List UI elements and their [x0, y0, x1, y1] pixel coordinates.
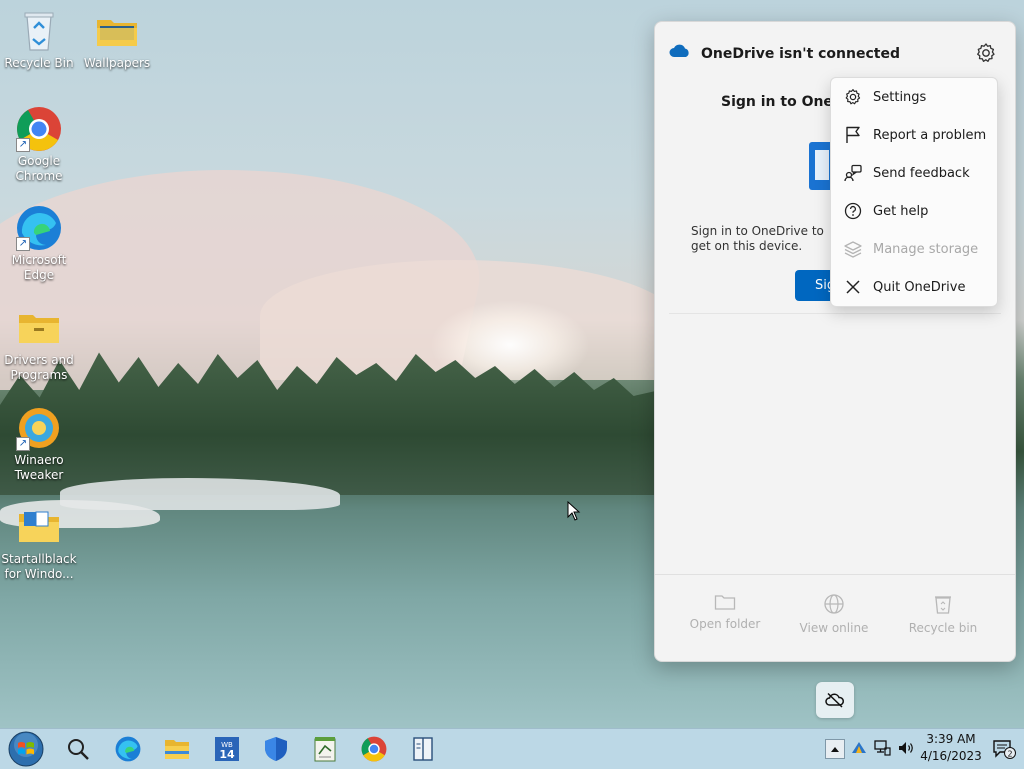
start-button[interactable]	[8, 731, 44, 767]
flag-icon	[843, 125, 863, 145]
onedrive-disconnected-icon[interactable]	[816, 682, 854, 718]
open-folder-label: Open folder	[689, 617, 761, 631]
chevron-up-icon	[831, 747, 839, 752]
desktop-icon-label: Recycle Bin	[4, 56, 74, 70]
gear-icon	[843, 87, 863, 107]
desktop-icon-drivers-and-programs[interactable]: Drivers and Programs	[0, 305, 78, 383]
menu-item-label: Report a problem	[873, 127, 987, 143]
network-icon[interactable]	[873, 739, 891, 757]
menu-item-label: Quit OneDrive	[873, 279, 966, 295]
shortcut-arrow-icon: ↗	[16, 138, 30, 152]
menu-item-label: Get help	[873, 203, 929, 219]
recycle-bin-icon	[16, 8, 62, 54]
tray-tweaker-icon[interactable]	[850, 739, 868, 757]
folder-icon	[714, 595, 736, 610]
taskbar-edge-button[interactable]	[112, 733, 144, 765]
shortcut-arrow-icon: ↗	[16, 237, 30, 251]
help-icon	[843, 201, 863, 221]
onedrive-cloud-icon	[669, 44, 689, 57]
desktop-icon-label: Drivers and Programs	[4, 353, 74, 382]
globe-icon	[824, 594, 844, 614]
view-online-button[interactable]: View online	[784, 593, 884, 635]
svg-text:2: 2	[1007, 750, 1012, 759]
desktop-icon-label: Winaero Tweaker	[14, 453, 64, 482]
taskbar-defender-button[interactable]	[260, 733, 292, 765]
desktop-icon-startallblack[interactable]: Startallblack for Windo...	[0, 504, 78, 582]
volume-icon[interactable]	[897, 739, 915, 757]
divider	[669, 313, 1001, 314]
desktop-icon-winaero-tweaker[interactable]: ↗ Winaero Tweaker	[0, 405, 78, 483]
desktop-icon-label: Wallpapers	[83, 56, 151, 70]
edge-icon: ↗	[16, 205, 62, 251]
open-folder-button[interactable]: Open folder	[675, 593, 775, 631]
reader-icon	[413, 737, 433, 761]
settings-menu: Settings Report a problem Send feedback	[830, 77, 998, 307]
menu-item-label: Manage storage	[873, 241, 979, 257]
file-explorer-icon	[165, 740, 189, 759]
search-button[interactable]	[62, 733, 94, 765]
desktop-icon-microsoft-edge[interactable]: ↗ Microsoft Edge	[0, 205, 78, 283]
menu-item-quit-onedrive[interactable]: Quit OneDrive	[831, 268, 997, 306]
recycle-bin-icon	[935, 596, 951, 614]
folder-icon	[16, 504, 62, 550]
defender-icon	[265, 737, 287, 761]
menu-item-settings[interactable]: Settings	[831, 78, 997, 116]
onedrive-header: OneDrive isn't connected	[655, 22, 1015, 78]
desktop-icon-label: Google Chrome	[15, 154, 63, 183]
notification-icon: 2	[993, 740, 1016, 759]
notepad-icon	[314, 737, 336, 762]
desktop-icon-label: Startallblack for Windo...	[1, 552, 77, 581]
desktop-icon-label: Microsoft Edge	[11, 253, 67, 282]
svg-text:14: 14	[219, 748, 235, 761]
chrome-icon	[361, 736, 387, 762]
menu-item-report-a-problem[interactable]: Report a problem	[831, 116, 997, 154]
notification-center-button[interactable]: 2	[992, 738, 1016, 760]
desktop-icon-google-chrome[interactable]: ↗ Google Chrome	[0, 106, 78, 184]
menu-item-manage-storage: Manage storage	[831, 230, 997, 268]
taskbar-winaero-button[interactable]: WB 14	[211, 733, 243, 765]
taskbar-file-explorer-button[interactable]	[161, 733, 193, 765]
shortcut-arrow-icon: ↗	[16, 437, 30, 451]
start-orb-icon	[8, 731, 44, 767]
close-icon	[843, 277, 863, 297]
winaero-14-icon: WB 14	[215, 737, 239, 761]
edge-icon	[115, 736, 141, 762]
feedback-icon	[843, 163, 863, 183]
clock-time: 3:39 AM	[926, 732, 976, 746]
folder-icon	[16, 305, 62, 351]
recycle-bin-label: Recycle bin	[908, 621, 978, 635]
taskbar-notepad-button[interactable]	[309, 733, 341, 765]
menu-item-get-help[interactable]: Get help	[831, 192, 997, 230]
gear-icon[interactable]	[975, 42, 997, 64]
folder-icon	[94, 8, 140, 54]
view-online-label: View online	[799, 621, 869, 635]
taskbar: WB 14 3:39 AM 4/16/2023 2	[0, 728, 1024, 769]
winaero-icon: ↗	[16, 405, 62, 451]
clock[interactable]: 3:39 AM 4/16/2023	[918, 731, 984, 765]
search-icon	[68, 739, 89, 760]
taskbar-chrome-button[interactable]	[358, 733, 390, 765]
clock-date: 4/16/2023	[920, 749, 982, 763]
menu-item-label: Settings	[873, 89, 927, 105]
stack-icon	[843, 239, 863, 259]
recycle-bin-button[interactable]: Recycle bin	[893, 593, 993, 635]
chrome-icon: ↗	[16, 106, 62, 152]
desktop-icon-recycle-bin[interactable]: Recycle Bin	[0, 8, 78, 71]
taskbar-reader-button[interactable]	[407, 733, 439, 765]
desktop-icon-wallpapers[interactable]: Wallpapers	[78, 8, 156, 71]
menu-item-label: Send feedback	[873, 165, 970, 181]
signin-heading: Sign in to OneD	[721, 94, 845, 110]
onedrive-status-title: OneDrive isn't connected	[701, 46, 900, 62]
show-hidden-icons-button[interactable]	[825, 739, 845, 759]
onedrive-footer: Open folder View online Recycle bin	[655, 574, 1015, 661]
menu-item-send-feedback[interactable]: Send feedback	[831, 154, 997, 192]
mouse-cursor-icon	[567, 501, 581, 521]
signin-description: Sign in to OneDrive to get on this devic…	[691, 224, 824, 253]
